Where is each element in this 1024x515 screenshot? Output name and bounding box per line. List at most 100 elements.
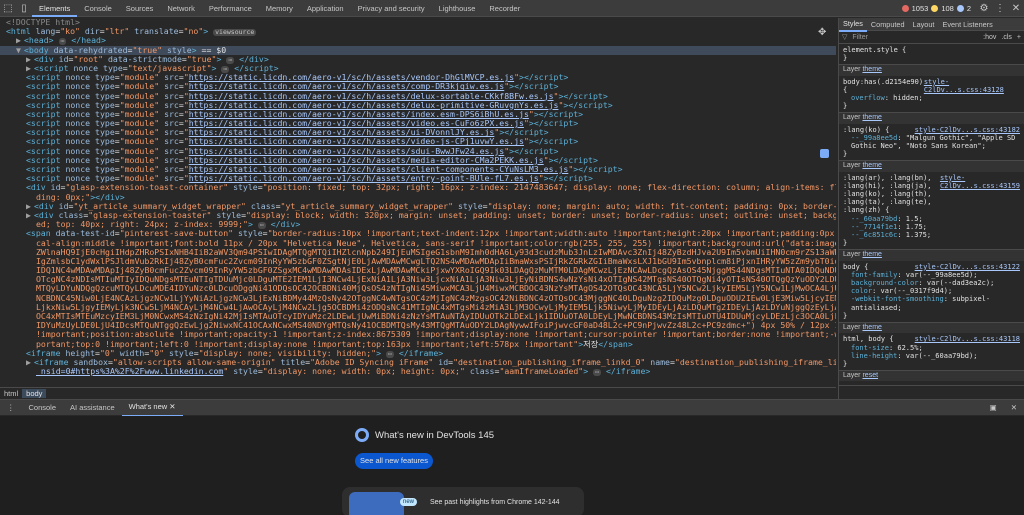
style-property[interactable]: overflow: hidden; [843, 94, 1020, 102]
dom-node-line[interactable]: IgZmlsbC1ydWxlPSJldmVub2RkIj48ZyB0cmFuc2… [0, 257, 836, 266]
dom-node-line[interactable]: cal-align:middle !important;font:bold 11… [0, 239, 836, 248]
style-property[interactable]: font-size: 62.5%; [843, 344, 1020, 352]
dom-node-line[interactable]: <!DOCTYPE html> [0, 18, 836, 27]
layer-link[interactable]: theme [862, 324, 881, 331]
rule-source-link[interactable]: style-C2lDv...s.css:43159 [940, 174, 1020, 215]
dom-node-line[interactable]: OC4xMTIsMTEuMzcyIEM3LjM0NCwxMS4zNzIgNi42… [0, 312, 836, 321]
dom-node-line[interactable]: <script nonce type="module" src="https:/… [0, 156, 836, 165]
tab-elements[interactable]: Elements [32, 0, 78, 17]
style-rule[interactable]: Layer theme body:has(.d2154e90) {style-C2… [839, 65, 1024, 114]
tab-memory[interactable]: Memory [259, 0, 300, 17]
style-property[interactable]: background-color: var(--dad3ea2c); [843, 279, 1020, 287]
dom-node-line[interactable]: IDYuMzUyLDE0LjU4IDcsMTQuNTggQzEwLjg2Niwx… [0, 321, 836, 330]
ai-assistance-icon[interactable] [820, 149, 829, 158]
new-style-rule-button[interactable]: + [1017, 34, 1021, 41]
tab-recorder[interactable]: Recorder [482, 0, 527, 17]
style-rule[interactable]: Layer reset [839, 371, 1024, 387]
dock-drawer-icon[interactable]: ▣ [983, 400, 1004, 416]
dom-node-line[interactable]: <script nonce type="module" src="https:/… [0, 147, 836, 156]
dom-node-line[interactable]: !important;position:absolute !important;… [0, 330, 836, 339]
dom-node-line[interactable]: IDQ1NC4wMDAwMDApIj48ZyB0cmFuc2Zvcm09InRy… [0, 266, 836, 275]
dom-node-line[interactable]: <div id="glasp-extension-toast-container… [0, 183, 836, 192]
dom-node-line[interactable]: MTQyLDYuNDQgQzcuMTQyLDcuMDE4IDYuNzc0LDcu… [0, 284, 836, 293]
style-property[interactable]: --_99a8ee5d: "Malgun Gothic", "Apple SD … [843, 134, 1020, 150]
dom-node-line[interactable]: ZWlnaHQ9IjE0cHgiIHdpZHRoPSIxNHB4IiB2aWV3… [0, 248, 836, 257]
tab-styles[interactable]: Styles [839, 18, 867, 32]
toggle-classes-button[interactable]: .cls [1001, 34, 1012, 41]
layer-link[interactable]: theme [862, 162, 881, 169]
device-toolbar-icon[interactable]: ▯ [16, 0, 32, 16]
dom-node-line[interactable]: <script nonce type="module" src="https:/… [0, 92, 836, 101]
tab-lighthouse[interactable]: Lighthouse [432, 0, 483, 17]
style-property[interactable]: --_60aa79bd: 1.5; [843, 215, 1020, 223]
dom-tree[interactable]: <!DOCTYPE html> <html lang="ko" dir="ltr"… [0, 18, 836, 387]
style-rule[interactable]: Layer theme:lang(ar), :lang(bn), :lang(h… [839, 161, 1024, 251]
tab-sources[interactable]: Sources [119, 0, 161, 17]
close-drawer-icon[interactable]: ✕ [1004, 400, 1024, 416]
error-counter[interactable]: 1053 108 2 [901, 4, 971, 13]
tab-network[interactable]: Network [160, 0, 202, 17]
style-property[interactable]: color: var(--_0317f9d4); [843, 287, 1020, 295]
dom-node-line[interactable]: ▼ <body data-rehydrated="true" style> == … [0, 45, 836, 55]
style-rule[interactable]: Layer theme html, body {style-C2lDv...s.c… [839, 323, 1024, 372]
drawer-tab-console[interactable]: Console [22, 400, 64, 416]
dom-node-line[interactable]: NCBDNC45Niw0LjE4NCAzLjgzNCw1LjYyNiAzLjgz… [0, 294, 836, 303]
toggle-hover-state-button[interactable]: :hov [983, 34, 996, 41]
rule-source-link[interactable]: style-C2lDv...s.css:43128 [924, 78, 1020, 94]
rule-selector[interactable]: html, body { [843, 335, 894, 343]
dom-node-line[interactable]: <script nonce type="module" src="https:/… [0, 128, 836, 137]
dom-node-line[interactable]: <script nonce type="module" src="https:/… [0, 82, 836, 91]
settings-icon[interactable]: ⚙ [976, 0, 992, 16]
dom-node-line[interactable]: <script nonce type="module" src="https:/… [0, 174, 836, 183]
dom-node-line[interactable]: portant;top:0 !important;left:0 !importa… [0, 340, 836, 349]
see-all-features-button[interactable]: See all new features [355, 453, 433, 469]
tab-layout[interactable]: Layout [909, 18, 939, 31]
dom-node-line[interactable]: ▶ <div class="glasp-extension-toaster" st… [0, 211, 836, 220]
dom-node-line[interactable]: <script nonce type="module" src="https:/… [0, 165, 836, 174]
drawer-tab-ai-assistance[interactable]: AI assistance [63, 400, 122, 416]
tab-computed[interactable]: Computed [867, 18, 909, 31]
dom-node-line[interactable]: <html lang="ko" dir="ltr" translate="no"… [0, 27, 836, 37]
dom-node-line[interactable]: _nsid=0#https%3A%2F%2Fwww.linkedin.com" … [0, 367, 836, 377]
rule-source-link[interactable]: style-C2lDv...s.css:43122 [915, 263, 1020, 271]
drawer-tab-whats-new[interactable]: What's new ✕ [121, 399, 183, 417]
dom-node-line[interactable]: <script nonce type="module" src="https:/… [0, 137, 836, 146]
close-tab-icon[interactable]: ✕ [169, 402, 175, 411]
dom-node-line[interactable]: <script nonce type="module" src="https:/… [0, 119, 836, 128]
rule-selector[interactable]: :lang(ar), :lang(bn), :lang(hi), :lang(j… [843, 174, 940, 215]
drawer-menu-icon[interactable]: ⋮ [0, 400, 22, 416]
rule-source-link[interactable]: style-C2lDv...s.css:43118 [915, 335, 1020, 343]
dom-node-line[interactable]: ding: 0px;"></div> [0, 193, 836, 202]
close-icon[interactable]: ✕ [1008, 0, 1024, 16]
styles-filter-input[interactable]: Filter [852, 34, 978, 41]
dom-node-line[interactable]: <script nonce type="module" src="https:/… [0, 73, 836, 82]
dom-node-line[interactable]: ▶ <div id="yt_article_summary_widget_wrap… [0, 202, 836, 211]
tab-application[interactable]: Application [300, 0, 351, 17]
breadcrumb-body[interactable]: body [22, 389, 47, 398]
rule-source-link[interactable]: style-C2lDv...s.css:43182 [915, 126, 1020, 134]
dom-node-line[interactable]: <script nonce type="module" src="https:/… [0, 101, 836, 110]
rule-selector[interactable]: element.style { [843, 46, 906, 54]
tab-privacy-security[interactable]: Privacy and security [351, 0, 432, 17]
style-property[interactable]: --_6c851c6c: 1.375; [843, 231, 1020, 239]
rule-selector[interactable]: body:has(.d2154e90) { [843, 78, 924, 94]
style-property[interactable]: font-family: var(--_99a8ee5d); [843, 271, 1020, 279]
breadcrumb-html[interactable]: html [0, 389, 22, 398]
dom-node-line[interactable]: <span data-test-id="pinterest-save-butto… [0, 229, 836, 238]
layer-link[interactable]: theme [862, 66, 881, 73]
dom-node-line[interactable]: ▶ <head> ⋯ </head> [0, 36, 836, 46]
dom-node-line[interactable]: OTcgNC4zNDIsMTIuMTIyIDQuNDgsMTEuNTIgTDUu… [0, 275, 836, 284]
style-property[interactable]: --_7714f1e1: 1.75; [843, 223, 1020, 231]
rule-selector[interactable]: body { [843, 263, 868, 271]
style-rule[interactable]: element.style {} [839, 44, 1024, 66]
style-property[interactable]: line-height: var(--_60aa79bd); [843, 352, 1020, 360]
dom-node-line[interactable]: ed; top: 40px; right: 24px; z-index: 999… [0, 220, 836, 230]
dom-node-line[interactable]: <iframe height="0" width="0" style="disp… [0, 349, 836, 358]
tab-console[interactable]: Console [77, 0, 119, 17]
style-property[interactable]: -webkit-font-smoothing: subpixel-antiali… [843, 295, 1020, 311]
dom-node-line[interactable]: ▶ <div id="root" data-strictmode="true"> … [0, 55, 836, 64]
tab-event-listeners[interactable]: Event Listeners [938, 18, 996, 31]
past-highlights-card[interactable]: new See past highlights from Chrome 142-… [342, 487, 584, 515]
rule-selector[interactable]: :lang(ko) { [843, 126, 889, 134]
dom-node-line[interactable]: <script nonce type="module" src="https:/… [0, 110, 836, 119]
